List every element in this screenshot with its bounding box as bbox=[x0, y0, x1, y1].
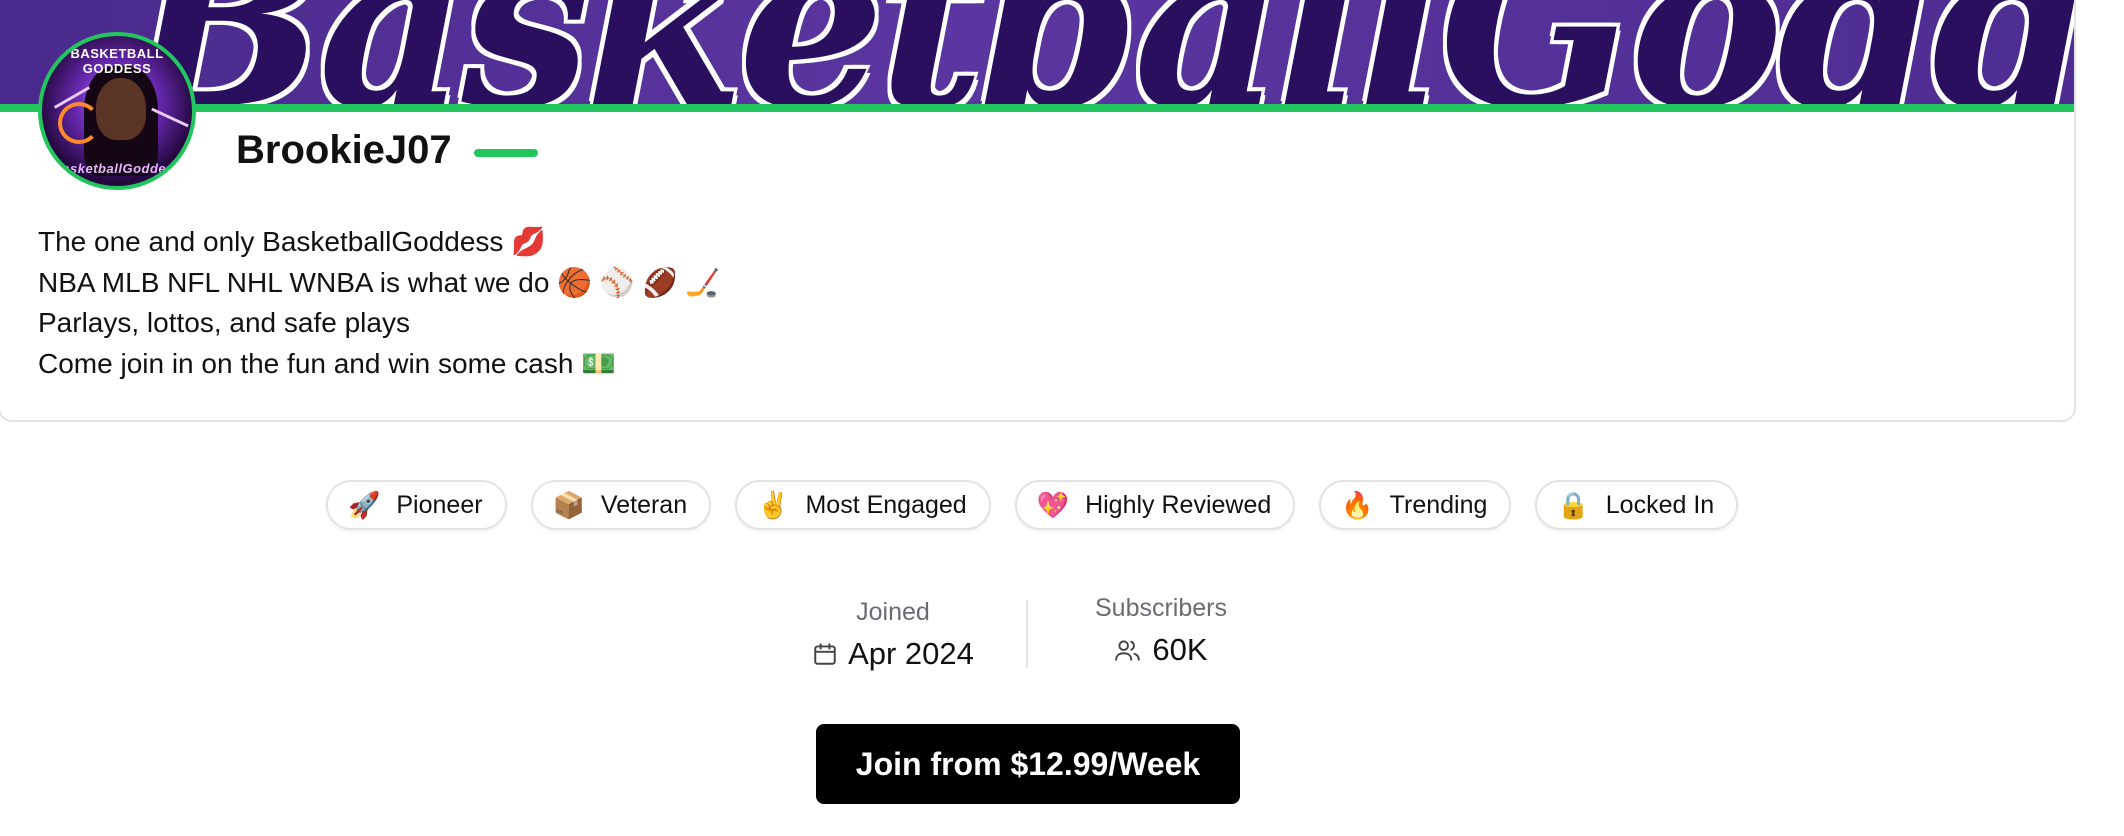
profile-bio: The one and only BasketballGoddess 💋 NBA… bbox=[38, 222, 720, 384]
join-subscription-button[interactable]: Join from $12.99/Week bbox=[816, 724, 1240, 804]
badge-most-engaged[interactable]: ✌️ Most Engaged bbox=[735, 480, 991, 530]
badge-label: Locked In bbox=[1605, 490, 1715, 519]
users-icon bbox=[1115, 640, 1141, 661]
avatar-caption-bottom: BasketballGoddess bbox=[52, 161, 182, 176]
subscribers-value: 60K bbox=[1152, 632, 1208, 667]
fire-swirl-icon bbox=[58, 102, 100, 144]
badge-label: Trending bbox=[1389, 490, 1488, 519]
badge-label: Pioneer bbox=[396, 490, 483, 519]
badge-pioneer[interactable]: 🚀 Pioneer bbox=[326, 480, 507, 530]
banner-text: BasketballGoddess bbox=[130, 0, 2074, 104]
banner-accent-stripe bbox=[0, 104, 2074, 112]
online-status-indicator bbox=[474, 149, 538, 157]
joined-value: Apr 2024 bbox=[848, 636, 974, 671]
stats-divider bbox=[1026, 600, 1028, 668]
badge-label: Veteran bbox=[600, 490, 688, 519]
avatar[interactable]: BASKETBALL GODDESS BasketballGoddess bbox=[38, 32, 196, 190]
badge-highly-reviewed[interactable]: 💖 Highly Reviewed bbox=[1014, 480, 1296, 530]
username: BrookieJ07 bbox=[236, 128, 452, 172]
badge-label: Highly Reviewed bbox=[1085, 490, 1272, 519]
victory-hand-icon: ✌️ bbox=[757, 490, 790, 520]
profile-banner: BasketballGoddess bbox=[0, 0, 2074, 104]
bio-line: Parlays, lottos, and safe plays bbox=[38, 307, 410, 338]
calendar-icon bbox=[814, 643, 836, 665]
badge-locked-in[interactable]: 🔒 Locked In bbox=[1535, 480, 1739, 530]
badge-veteran[interactable]: 📦 Veteran bbox=[530, 480, 712, 530]
fire-icon: 🔥 bbox=[1341, 490, 1374, 520]
avatar-face bbox=[96, 78, 146, 140]
bio-line: Come join in on the fun and win some cas… bbox=[38, 347, 617, 379]
badge-trending[interactable]: 🔥 Trending bbox=[1319, 480, 1512, 530]
joined-label: Joined bbox=[856, 598, 930, 626]
bio-line: The one and only BasketballGoddess 💋 bbox=[38, 226, 547, 257]
subscribers-label: Subscribers bbox=[1095, 594, 1227, 622]
joined-stat: Joined Apr 2024 bbox=[810, 596, 976, 674]
badge-list: 🚀 Pioneer 📦 Veteran ✌️ Most Engaged 💖 Hi… bbox=[326, 480, 1739, 532]
subscribers-stat: Subscribers 60K bbox=[1086, 592, 1236, 670]
profile-page: BasketballGoddess BASKETBALL GODDESS Bas… bbox=[0, 0, 2124, 836]
package-icon: 📦 bbox=[552, 490, 585, 520]
sparkling-heart-icon: 💖 bbox=[1036, 490, 1070, 520]
lock-icon: 🔒 bbox=[1557, 490, 1590, 520]
bio-line: NBA MLB NFL NHL WNBA is what we do 🏀 ⚾ 🏈… bbox=[38, 266, 720, 298]
badge-label: Most Engaged bbox=[805, 490, 967, 519]
rocket-icon: 🚀 bbox=[348, 490, 381, 520]
profile-card: BasketballGoddess BASKETBALL GODDESS Bas… bbox=[0, 0, 2076, 422]
avatar-caption-top: BASKETBALL GODDESS bbox=[70, 46, 164, 76]
